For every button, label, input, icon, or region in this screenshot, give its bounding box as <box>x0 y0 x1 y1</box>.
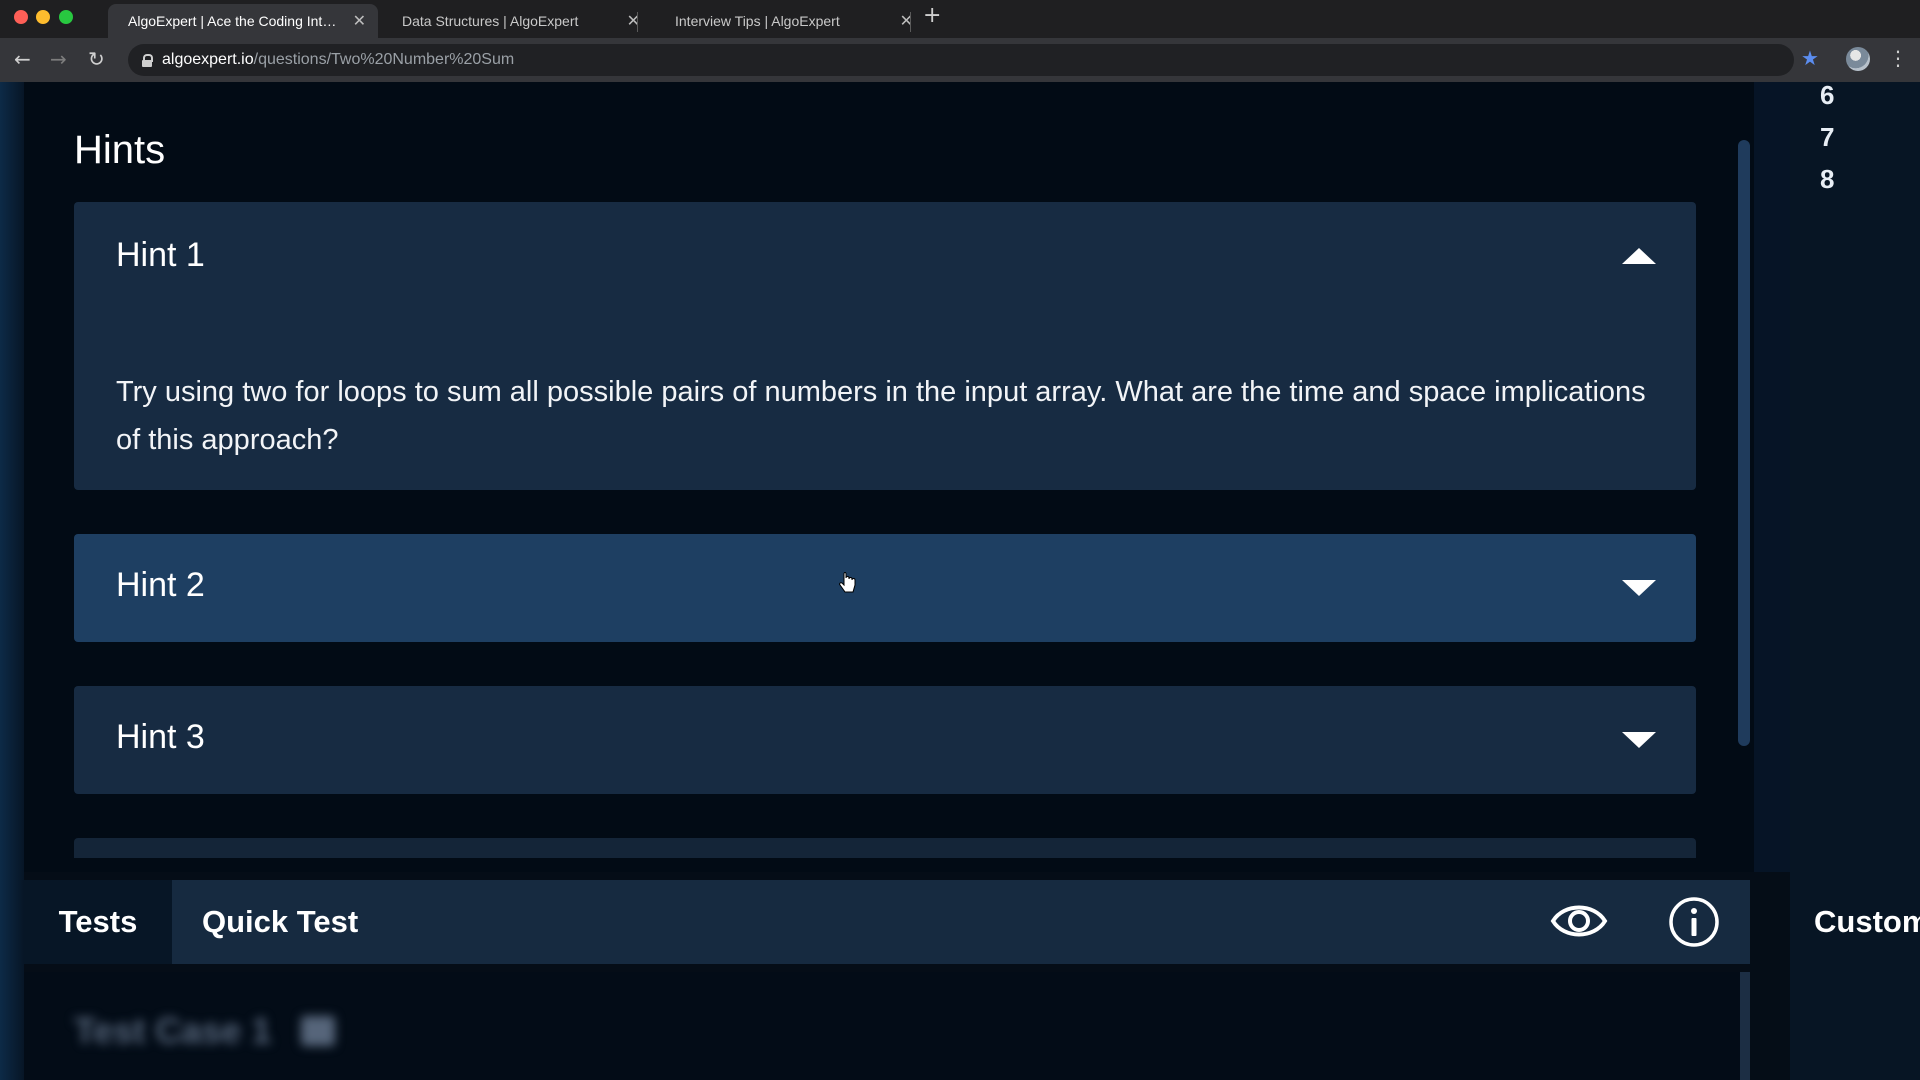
url-host: algoexpert.io <box>162 51 254 68</box>
scrollbar-thumb[interactable] <box>1738 140 1750 746</box>
address-bar[interactable]: algoexpert.io/questions/Two%20Number%20S… <box>128 44 1794 76</box>
next-card-peek <box>74 838 1696 858</box>
hint-1-card: Hint 1 Try using two for loops to sum al… <box>74 202 1696 490</box>
maximize-window-button[interactable] <box>59 10 73 24</box>
chevron-down-icon[interactable] <box>1622 732 1656 748</box>
tab-title: AlgoExpert | Ace the Coding Interviews <box>128 13 338 29</box>
hint-1-body: Try using two for loops to sum all possi… <box>116 376 1646 456</box>
profile-avatar[interactable] <box>1846 47 1870 71</box>
tab-quick-test-label: Quick Test <box>202 904 359 939</box>
reload-icon[interactable]: ↻ <box>88 47 105 71</box>
tab-tests[interactable]: Tests <box>24 880 172 964</box>
tab-title: Interview Tips | AlgoExpert <box>675 13 840 29</box>
tab-custom-output[interactable]: Custom <box>1814 880 1920 964</box>
eye-icon[interactable] <box>1550 898 1608 944</box>
browser-tab-algoexpert[interactable]: AlgoExpert | Ace the Coding Interviews ✕ <box>108 4 378 38</box>
info-icon[interactable] <box>1668 896 1720 948</box>
test-case-1[interactable]: Test Case 1 <box>74 1010 336 1052</box>
hint-2-header[interactable]: Hint 2 <box>116 566 205 605</box>
tab-separator <box>637 12 638 32</box>
hint-2-card[interactable]: Hint 2 <box>74 534 1696 642</box>
line-number: 7 <box>1820 122 1835 152</box>
test-case-badge <box>301 1016 336 1046</box>
tab-close-icon[interactable]: ✕ <box>353 11 366 31</box>
tab-quick-test[interactable]: Quick Test <box>202 880 358 964</box>
browser-tab-bar: AlgoExpert | Ace the Coding Interviews ✕… <box>0 0 1920 38</box>
browser-tab-interview-tips[interactable]: Interview Tips | AlgoExpert ✕ <box>655 4 925 38</box>
close-window-button[interactable] <box>14 10 28 24</box>
new-tab-plus-icon[interactable]: + <box>923 3 941 28</box>
test-case-label: Test Case 1 <box>74 1010 272 1051</box>
line-number: 8 <box>1820 164 1835 194</box>
tab-title: Data Structures | AlgoExpert <box>402 13 579 29</box>
chevron-down-icon[interactable] <box>1622 580 1656 596</box>
browser-tab-data-structures[interactable]: Data Structures | AlgoExpert ✕ <box>382 4 652 38</box>
tab-separator <box>910 12 911 32</box>
line-number: 6 <box>1820 80 1835 110</box>
browser-menu-icon[interactable]: ⋮ <box>1888 46 1908 70</box>
hint-1-header[interactable]: Hint 1 <box>116 236 205 275</box>
tab-tests-label: Tests <box>58 904 138 939</box>
hand-cursor-icon <box>839 572 856 593</box>
panel-divider <box>1754 82 1790 872</box>
url-path: /questions/Two%20Number%20Sum <box>253 51 515 68</box>
minimize-window-button[interactable] <box>36 10 50 24</box>
browser-toolbar: ← → ↻ algoexpert.io/questions/Two%20Numb… <box>0 38 1920 82</box>
hints-title: Hints <box>74 128 166 172</box>
back-arrow-icon[interactable]: ← <box>14 47 31 71</box>
chevron-up-icon[interactable] <box>1622 248 1656 264</box>
tests-scrollbar[interactable] <box>1740 972 1750 1080</box>
bookmark-star-icon[interactable]: ★ <box>1801 46 1819 70</box>
forward-arrow-icon[interactable]: → <box>50 47 67 71</box>
left-edge-panel <box>0 82 24 1080</box>
hint-3-card[interactable]: Hint 3 <box>74 686 1696 794</box>
hints-scrollbar[interactable] <box>1738 140 1750 746</box>
hint-3-header[interactable]: Hint 3 <box>116 718 205 757</box>
lock-icon <box>142 54 153 67</box>
